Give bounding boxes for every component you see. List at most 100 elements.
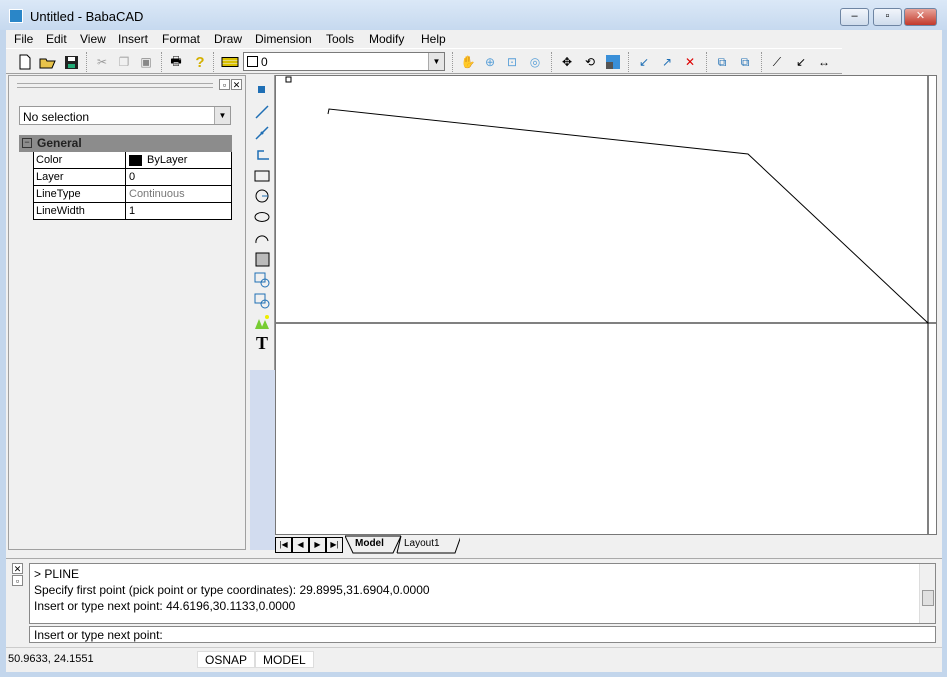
property-value: ByLayer: [147, 154, 188, 166]
app-frame: File Edit View Insert Format Draw Dimens…: [6, 30, 942, 672]
property-key: Layer: [34, 169, 126, 185]
chevron-down-icon[interactable]: ▼: [428, 53, 444, 70]
polyline-icon[interactable]: [253, 146, 271, 164]
line-icon[interactable]: [253, 103, 271, 121]
ray-icon[interactable]: [253, 124, 271, 142]
maximize-button[interactable]: ▫: [873, 8, 902, 26]
pan-icon[interactable]: ✋: [458, 52, 478, 72]
properties-panel: ▫ ✕ No selection ▼ − General Color ByLayer…: [8, 75, 246, 550]
property-row-layer[interactable]: Layer 0: [33, 169, 232, 186]
hatch-icon[interactable]: [253, 250, 271, 268]
property-grid: − General Color ByLayer Layer 0 LineType Con…: [19, 135, 232, 220]
radius-dimension-icon[interactable]: ↙: [791, 52, 811, 72]
property-value: 1: [129, 205, 136, 217]
open-icon[interactable]: [38, 52, 58, 72]
layer-dropdown[interactable]: 0 ▼: [243, 52, 445, 71]
new-icon[interactable]: [15, 52, 35, 72]
layers-icon[interactable]: [220, 52, 240, 72]
collapse-icon[interactable]: −: [22, 138, 32, 148]
arc-icon[interactable]: [253, 229, 271, 247]
property-value: 0: [129, 171, 136, 183]
command-history[interactable]: > PLINE Specify first point (pick point …: [29, 563, 936, 624]
property-row-linewidth[interactable]: LineWidth 1: [33, 203, 232, 220]
text-icon[interactable]: T: [253, 333, 271, 353]
menu-edit[interactable]: Edit: [46, 32, 67, 46]
menu-dimension[interactable]: Dimension: [255, 32, 312, 46]
float-panel-button[interactable]: ▫: [219, 79, 230, 90]
command-input[interactable]: Insert or type next point:: [29, 626, 936, 643]
model-toggle[interactable]: MODEL: [255, 651, 314, 668]
selection-value: No selection: [23, 110, 90, 124]
polyline-entity[interactable]: [327, 108, 929, 324]
block-icon[interactable]: [253, 271, 271, 289]
group-label: General: [37, 136, 82, 150]
ucs-marker: [285, 76, 292, 83]
horizontal-dimension-icon[interactable]: ↔: [814, 52, 834, 72]
menu-view[interactable]: View: [80, 32, 106, 46]
trim-icon[interactable]: ↙: [634, 52, 654, 72]
move-object-icon[interactable]: ⧉: [735, 52, 755, 72]
property-key: LineType: [34, 186, 126, 202]
history-line: Specify first point (pick point or type …: [34, 583, 430, 597]
extend-icon[interactable]: ↗: [657, 52, 677, 72]
status-bar: 50.9633, 24.1551 OSNAP MODEL: [6, 647, 942, 669]
orbit-icon[interactable]: ⟲: [580, 52, 600, 72]
menu-insert[interactable]: Insert: [118, 32, 148, 46]
help-icon[interactable]: ?: [190, 52, 210, 72]
insert-block-icon[interactable]: [253, 292, 271, 310]
property-row-linetype[interactable]: LineType Continuous: [33, 186, 232, 203]
fill-icon[interactable]: [603, 52, 623, 72]
break-icon[interactable]: ✕: [680, 52, 700, 72]
main-toolbar: ✂ ❐ ▣ 🖶 ? 0 ▼ ✋ ⊕ ⊡ ◎ ✥ ⟲ ↙ ↗ ✕ ⧉ ⧉ ⟋ ↙ …: [6, 48, 842, 74]
menu-modify[interactable]: Modify: [369, 32, 404, 46]
history-line: Insert or type next point: 44.6196,30.11…: [34, 599, 296, 613]
float-command-button[interactable]: ▫: [12, 575, 23, 586]
color-swatch: [129, 154, 142, 166]
last-tab-button[interactable]: ▶|: [326, 537, 343, 553]
first-tab-button[interactable]: |◀: [275, 537, 292, 553]
prev-tab-button[interactable]: ◀: [292, 537, 309, 553]
next-tab-button[interactable]: ▶: [309, 537, 326, 553]
ellipse-icon[interactable]: [253, 208, 271, 226]
zoom-in-icon[interactable]: ⊕: [480, 52, 500, 72]
drawing-canvas[interactable]: [275, 75, 937, 535]
zoom-window-icon[interactable]: ⊡: [502, 52, 522, 72]
property-key: LineWidth: [34, 203, 126, 219]
panel-grip[interactable]: [17, 83, 213, 88]
cursor-coordinates: 50.9633, 24.1551: [8, 653, 94, 665]
history-scrollbar[interactable]: [919, 564, 935, 623]
layer-value: 0: [261, 55, 268, 69]
close-panel-icon[interactable]: ✕: [231, 79, 242, 90]
menu-draw[interactable]: Draw: [214, 32, 242, 46]
print-icon[interactable]: 🖶: [166, 52, 186, 72]
chevron-down-icon[interactable]: ▼: [214, 107, 230, 124]
point-icon[interactable]: [253, 81, 271, 99]
menu-file[interactable]: File: [14, 32, 33, 46]
property-row-color[interactable]: Color ByLayer: [33, 152, 232, 169]
property-value: Continuous: [129, 188, 185, 200]
menu-tools[interactable]: Tools: [326, 32, 354, 46]
image-icon[interactable]: [253, 313, 271, 331]
menu-help[interactable]: Help: [421, 32, 446, 46]
layer-color-swatch: [247, 56, 258, 67]
circle-icon[interactable]: [253, 187, 271, 205]
group-general[interactable]: − General: [19, 135, 232, 152]
rectangle-icon[interactable]: [253, 167, 271, 185]
paste-icon[interactable]: ▣: [136, 52, 156, 72]
linear-dimension-icon[interactable]: ⟋: [767, 52, 787, 72]
menu-format[interactable]: Format: [162, 32, 200, 46]
close-button[interactable]: ✕: [904, 8, 937, 26]
copy-icon[interactable]: ❐: [114, 52, 134, 72]
osnap-toggle[interactable]: OSNAP: [197, 651, 256, 668]
app-icon: [9, 9, 23, 23]
history-line: > PLINE: [34, 567, 80, 581]
selection-dropdown[interactable]: No selection ▼: [19, 106, 231, 125]
copy-object-icon[interactable]: ⧉: [712, 52, 732, 72]
cut-icon[interactable]: ✂: [92, 52, 112, 72]
save-icon[interactable]: [61, 52, 81, 72]
close-command-icon[interactable]: ✕: [12, 563, 23, 574]
move-icon[interactable]: ✥: [557, 52, 577, 72]
minimize-button[interactable]: –: [840, 8, 869, 26]
zoom-extents-icon[interactable]: ◎: [525, 52, 545, 72]
draw-toolbar: T: [250, 75, 275, 550]
